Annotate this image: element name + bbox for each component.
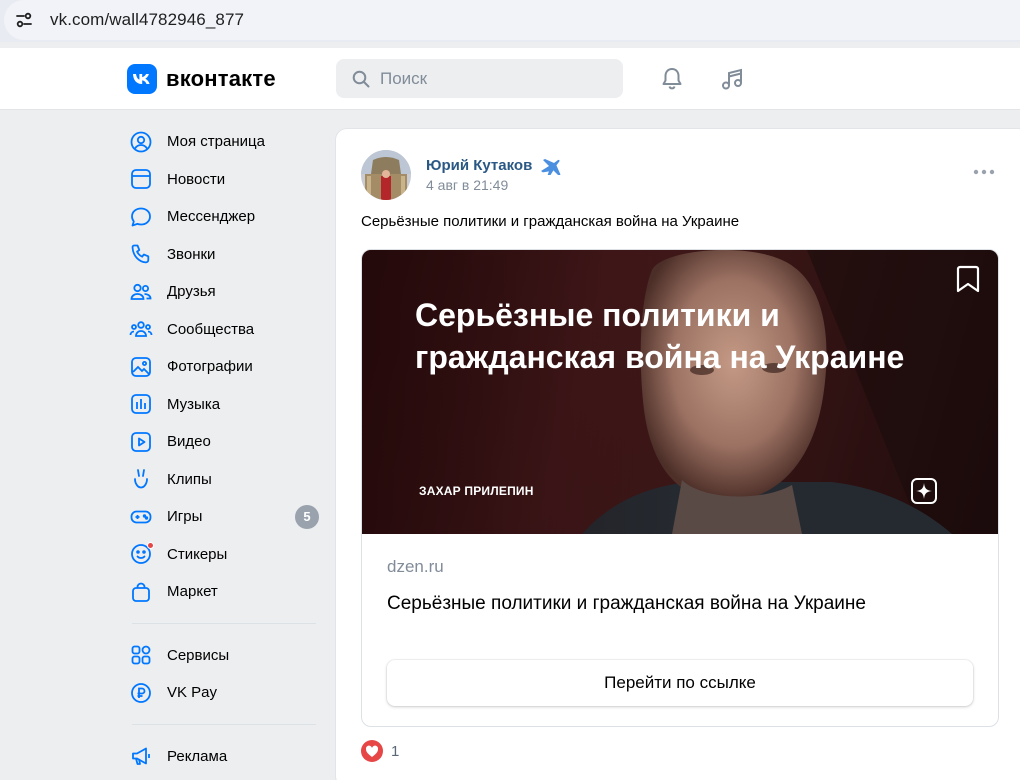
sidebar-item-label: Сервисы	[167, 646, 230, 664]
sidebar-item-music[interactable]: Музыка	[127, 386, 322, 424]
author-name[interactable]: Юрий Кутаков	[426, 157, 532, 174]
bookmark-icon[interactable]	[954, 264, 982, 294]
vk-logo[interactable]: вконтакте	[127, 64, 276, 94]
sidebar-item-label: Мессенджер	[167, 208, 256, 226]
phone-icon	[127, 240, 155, 268]
post-author[interactable]: Юрий Кутаков	[426, 155, 562, 175]
address-field[interactable]: vk.com/wall4782946_877	[4, 0, 1020, 40]
clips-icon	[127, 465, 155, 493]
sidebar-item-vk-pay[interactable]: VK Pay	[127, 674, 322, 712]
search-icon	[352, 70, 370, 87]
communities-icon	[127, 315, 155, 343]
url-text: vk.com/wall4782946_877	[50, 10, 245, 29]
post-text: Серьёзные политики и гражданская война н…	[361, 213, 740, 230]
music-note-icon[interactable]	[718, 65, 746, 93]
browser-address-bar: vk.com/wall4782946_877	[0, 0, 1020, 42]
sidebar-item-services[interactable]: Сервисы	[127, 637, 322, 675]
sidebar-item-label: VK Pay	[167, 684, 218, 702]
post-date[interactable]: 4 авг в 21:49	[426, 177, 508, 193]
search-box[interactable]	[336, 59, 623, 98]
heart-icon	[361, 740, 383, 762]
gamepad-icon	[127, 503, 155, 531]
sidebar-item-label: Новости	[167, 170, 226, 188]
ruble-icon	[127, 679, 155, 707]
like-count: 1	[391, 742, 400, 760]
attachment-image[interactable]: Серьёзные политики и гражданская война н…	[362, 250, 998, 534]
sidebar-item-video[interactable]: Видео	[127, 423, 322, 461]
attachment-domain: dzen.ru	[387, 557, 444, 576]
more-options-icon[interactable]	[972, 167, 996, 177]
sidebar-item-label: Сообщества	[167, 320, 255, 338]
open-link-button[interactable]: Перейти по ссылке	[387, 660, 973, 706]
video-icon	[127, 428, 155, 456]
sidebar-item-stickers[interactable]: Стикеры	[127, 536, 322, 574]
sidebar-item-news[interactable]: Новости	[127, 161, 322, 199]
attachment-image-title: Серьёзные политики и гражданская война н…	[415, 297, 905, 375]
site-settings-icon[interactable]	[6, 2, 42, 38]
sidebar-item-label: Музыка	[167, 395, 221, 413]
airplane-emoji-icon	[541, 159, 561, 175]
sidebar-item-games[interactable]: Игры 5	[127, 498, 322, 536]
sidebar-divider	[132, 723, 316, 725]
sidebar-item-label: Стикеры	[167, 545, 228, 563]
user-circle-icon	[127, 128, 155, 156]
sidebar-divider	[132, 622, 316, 624]
vk-logo-mark	[127, 64, 157, 94]
news-icon	[127, 165, 155, 193]
bell-icon[interactable]	[658, 65, 686, 93]
shopping-bag-icon	[127, 578, 155, 606]
site-header: вконтакте	[0, 48, 1020, 110]
attachment-title[interactable]: Серьёзные политики и гражданская война н…	[387, 593, 866, 615]
left-sidebar: Моя страница Новости Мессенджер Звонки Д…	[127, 123, 322, 775]
sidebar-item-friends[interactable]: Друзья	[127, 273, 322, 311]
friends-icon	[127, 278, 155, 306]
sidebar-item-messenger[interactable]: Мессенджер	[127, 198, 322, 236]
sidebar-item-communities[interactable]: Сообщества	[127, 311, 322, 349]
link-attachment[interactable]: Серьёзные политики и гражданская война н…	[361, 249, 999, 727]
sidebar-item-market[interactable]: Маркет	[127, 573, 322, 611]
sidebar-item-my-page[interactable]: Моя страница	[127, 123, 322, 161]
sidebar-item-label: Игры	[167, 508, 203, 526]
smiley-icon	[127, 540, 155, 568]
search-input[interactable]	[380, 68, 600, 89]
wall-post: Юрий Кутаков 4 авг в 21:49 Серьёзные пол…	[335, 128, 1020, 780]
sidebar-item-label: Видео	[167, 433, 211, 451]
author-avatar[interactable]	[361, 150, 411, 200]
grid-icon	[127, 641, 155, 669]
attachment-image-author: ЗАХАР ПРИЛЕПИН	[419, 484, 534, 498]
dzen-logo-icon	[911, 478, 937, 504]
sidebar-item-photos[interactable]: Фотографии	[127, 348, 322, 386]
music-bars-icon	[127, 390, 155, 418]
sidebar-item-label: Клипы	[167, 470, 212, 488]
sidebar-item-label: Маркет	[167, 583, 218, 601]
like-button[interactable]: 1	[361, 740, 399, 762]
vk-logo-text: вконтакте	[166, 66, 276, 91]
sidebar-item-ads[interactable]: Реклама	[127, 738, 322, 776]
games-count-badge: 5	[295, 504, 319, 529]
sidebar-item-label: Звонки	[167, 245, 216, 263]
photo-icon	[127, 353, 155, 381]
sidebar-item-calls[interactable]: Звонки	[127, 236, 322, 274]
megaphone-icon	[127, 742, 155, 770]
chat-bubble-icon	[127, 203, 155, 231]
sidebar-item-label: Фотографии	[167, 358, 253, 376]
sidebar-item-label: Моя страница	[167, 133, 265, 151]
sidebar-item-label: Друзья	[167, 283, 216, 301]
sidebar-item-clips[interactable]: Клипы	[127, 461, 322, 499]
sidebar-item-label: Реклама	[167, 747, 228, 765]
